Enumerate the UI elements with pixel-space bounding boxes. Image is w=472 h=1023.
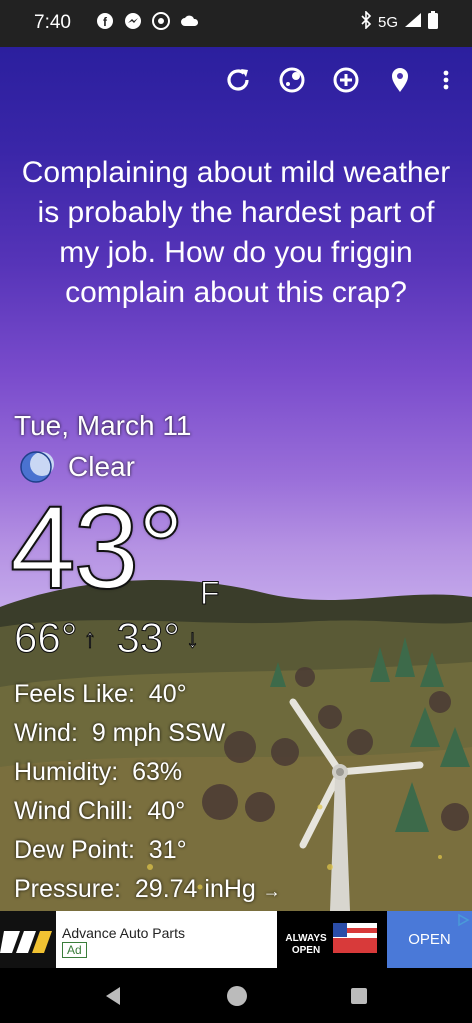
detail-label: Wind: — [14, 719, 78, 747]
ad-banner[interactable]: Advance Auto Parts Ad ALWAYS OPEN OPEN — [0, 911, 472, 968]
arrow-down-icon: ↓ — [186, 622, 200, 653]
detail-row: Feels Like: 40° — [14, 675, 281, 714]
current-temperature: 43° — [9, 482, 185, 614]
cloud-icon — [180, 13, 200, 34]
refresh-icon — [227, 69, 249, 91]
location-icon — [392, 68, 408, 92]
facebook-icon: f — [96, 12, 114, 35]
high-low-row: 66° ↑ 33° ↓ — [14, 614, 219, 662]
status-bar: 7:40 f 5G — [0, 0, 472, 47]
detail-value: 29.74 inHg — [134, 875, 256, 903]
ad-image-text: ALWAYS OPEN — [285, 933, 327, 956]
theme-icon — [279, 67, 305, 93]
back-icon[interactable] — [104, 986, 122, 1006]
detail-value: 63% — [132, 758, 183, 786]
detail-row: Wind: 9 mph SSW — [14, 714, 281, 753]
theme-button[interactable] — [276, 64, 308, 96]
refresh-button[interactable] — [222, 64, 254, 96]
network-label: 5G — [377, 13, 398, 31]
detail-row: Humidity: 63% — [14, 753, 281, 792]
detail-label: Wind Chill: — [14, 797, 134, 825]
advertiser-logo — [0, 911, 56, 968]
more-button[interactable] — [438, 64, 454, 96]
recents-icon[interactable] — [350, 987, 368, 1005]
signal-icon — [404, 12, 422, 32]
weather-details: Feels Like: 40° Wind: 9 mph SSW Humidity… — [14, 675, 281, 911]
low-temp: 33° — [116, 614, 181, 662]
detail-value: 9 mph SSW — [91, 719, 226, 747]
messenger-icon — [124, 12, 142, 35]
ad-choices-icon[interactable] — [456, 913, 470, 927]
ad-title[interactable]: Advance Auto Parts — [62, 925, 185, 941]
detail-row: Wind Chill: 40° — [14, 792, 281, 831]
weather-scene: Complaining about mild weather is probab… — [0, 47, 472, 911]
ad-badge: Ad — [62, 942, 87, 958]
temperature-unit: F — [200, 575, 221, 612]
condition-row: Clear — [18, 449, 135, 485]
battery-icon — [428, 11, 438, 33]
detail-label: Dew Point: — [14, 836, 135, 864]
detail-value: 40° — [147, 797, 186, 825]
detail-label: Humidity: — [14, 758, 119, 786]
weather-quote: Complaining about mild weather is probab… — [21, 156, 451, 309]
arrow-up-icon: ↑ — [83, 622, 97, 653]
notification-icons: f — [96, 12, 200, 35]
detail-row: Pressure: 29.74 inHg → — [14, 870, 281, 911]
system-icons: 5G — [360, 10, 438, 33]
app-toolbar — [222, 64, 472, 96]
detail-row: Dew Point: 31° — [14, 831, 281, 870]
status-time: 7:40 — [34, 12, 71, 33]
bluetooth-icon — [360, 10, 372, 33]
ad-image[interactable]: ALWAYS OPEN — [277, 911, 387, 968]
detail-label: Feels Like: — [14, 680, 135, 708]
add-icon — [333, 67, 359, 93]
navigation-bar — [0, 968, 472, 1023]
pressure-trend-icon: → — [262, 881, 281, 901]
chrome-icon — [152, 12, 170, 35]
moon-icon — [20, 451, 54, 483]
location-button[interactable] — [384, 64, 416, 96]
detail-label: Pressure: — [14, 875, 121, 903]
detail-value: 40° — [148, 680, 187, 708]
more-icon — [443, 70, 449, 90]
high-temp: 66° — [14, 614, 79, 662]
add-location-button[interactable] — [330, 64, 362, 96]
date-label: Tue, March 11 — [14, 410, 192, 441]
detail-value: 31° — [148, 836, 187, 864]
home-icon[interactable] — [226, 985, 248, 1007]
condition-label: Clear — [68, 451, 135, 482]
